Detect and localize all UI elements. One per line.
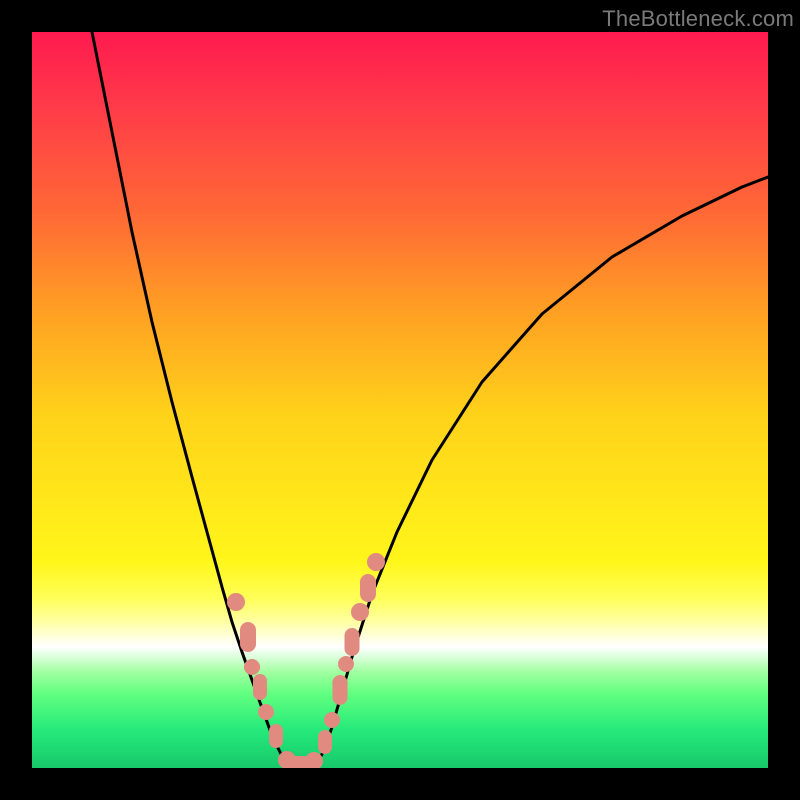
marker-right bbox=[318, 730, 332, 754]
marker-left bbox=[253, 674, 267, 700]
chart-plot-area bbox=[32, 32, 768, 768]
marker-left bbox=[269, 724, 283, 748]
curve-right-branch bbox=[318, 177, 768, 762]
marker-right bbox=[345, 628, 360, 656]
data-markers bbox=[227, 553, 385, 768]
marker-right bbox=[338, 656, 354, 672]
marker-right bbox=[333, 675, 348, 705]
marker-left bbox=[227, 593, 245, 611]
marker-right bbox=[324, 712, 340, 728]
chart-frame: TheBottleneck.com bbox=[0, 0, 800, 800]
curve-left-branch bbox=[92, 32, 287, 762]
marker-right bbox=[367, 553, 385, 571]
marker-right bbox=[351, 603, 369, 621]
marker-right bbox=[360, 574, 376, 602]
watermark-text: TheBottleneck.com bbox=[602, 6, 794, 32]
marker-left bbox=[244, 659, 260, 675]
marker-left bbox=[258, 704, 274, 720]
chart-svg bbox=[32, 32, 768, 768]
marker-left bbox=[240, 622, 256, 652]
